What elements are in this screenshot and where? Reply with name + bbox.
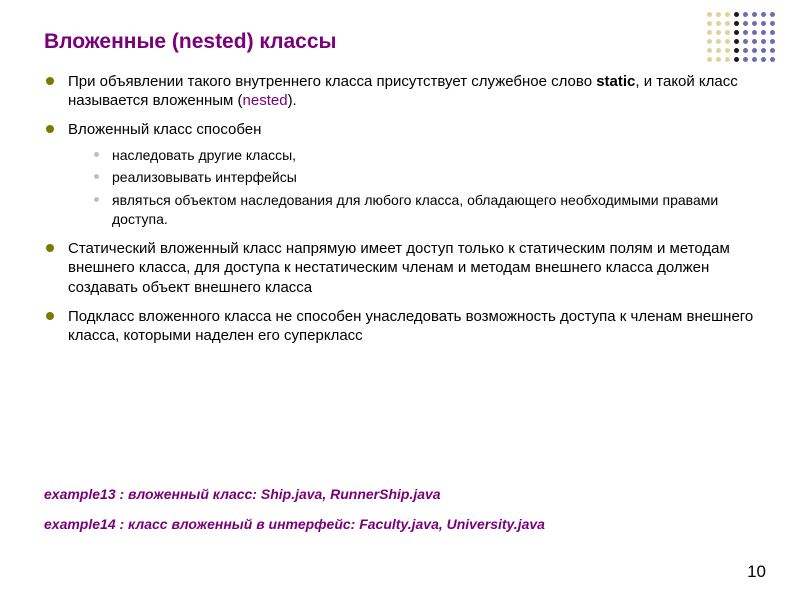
decor-dot <box>743 39 748 44</box>
decor-dot <box>743 30 748 35</box>
decor-dot <box>725 48 730 53</box>
decor-dot <box>707 57 712 62</box>
decor-dot <box>707 48 712 53</box>
decor-dot <box>770 12 775 17</box>
decor-dot <box>770 39 775 44</box>
bullet-item: Вложенный класс способен наследовать дру… <box>44 120 756 229</box>
decor-dot <box>734 39 739 44</box>
decor-dot <box>770 48 775 53</box>
decor-dot <box>725 57 730 62</box>
sub-bullet-item: являться объектом наследования для любог… <box>94 191 756 229</box>
decor-dot <box>707 30 712 35</box>
examples-block: example13 : вложенный класс: Ship.java, … <box>44 486 545 546</box>
decorative-dot-grid <box>707 12 776 63</box>
decor-dot <box>743 12 748 17</box>
keyword-static: static <box>596 73 635 90</box>
decor-dot <box>743 57 748 62</box>
decor-dot <box>725 39 730 44</box>
sub-bullet-list: наследовать другие классы, реализовывать… <box>68 146 756 230</box>
decor-dot <box>725 12 730 17</box>
slide-title: Вложенные (nested) классы <box>44 30 756 54</box>
bullet-item: При объявлении такого внутреннего класса… <box>44 72 756 110</box>
decor-dot <box>707 39 712 44</box>
decor-dot <box>752 57 757 62</box>
sub-bullet-item: наследовать другие классы, <box>94 146 756 165</box>
decor-dot <box>761 12 766 17</box>
example-line: example14 : класс вложенный в интерфейс:… <box>44 516 545 532</box>
example-line: example13 : вложенный класс: Ship.java, … <box>44 486 545 502</box>
decor-dot <box>761 57 766 62</box>
decor-dot <box>716 30 721 35</box>
page-number: 10 <box>747 562 766 582</box>
decor-dot <box>734 21 739 26</box>
decor-dot <box>734 30 739 35</box>
decor-dot <box>761 21 766 26</box>
decor-dot <box>761 48 766 53</box>
slide: Вложенные (nested) классы При объявлении… <box>0 0 800 600</box>
decor-dot <box>716 12 721 17</box>
bullet-text: При объявлении такого внутреннего класса… <box>68 73 596 90</box>
decor-dot <box>734 57 739 62</box>
decor-dot <box>707 21 712 26</box>
decor-dot <box>752 12 757 17</box>
decor-dot <box>725 30 730 35</box>
decor-dot <box>761 39 766 44</box>
decor-dot <box>752 48 757 53</box>
decor-dot <box>725 21 730 26</box>
decor-dot <box>716 48 721 53</box>
decor-dot <box>752 39 757 44</box>
decor-dot <box>734 12 739 17</box>
bullet-item: Подкласс вложенного класса не способен у… <box>44 307 756 345</box>
sub-bullet-item: реализовывать интерфейсы <box>94 168 756 187</box>
bullet-item: Статический вложенный класс напрямую име… <box>44 239 756 297</box>
bullet-text: ). <box>288 92 297 109</box>
decor-dot <box>770 30 775 35</box>
bullet-list: При объявлении такого внутреннего класса… <box>44 72 756 345</box>
decor-dot <box>752 21 757 26</box>
decor-dot <box>761 30 766 35</box>
decor-dot <box>734 48 739 53</box>
decor-dot <box>752 30 757 35</box>
decor-dot <box>743 48 748 53</box>
decor-dot <box>743 21 748 26</box>
decor-dot <box>716 57 721 62</box>
decor-dot <box>716 21 721 26</box>
decor-dot <box>707 12 712 17</box>
bullet-text: Вложенный класс способен <box>68 121 261 138</box>
decor-dot <box>770 57 775 62</box>
keyword-nested: nested <box>243 92 288 109</box>
decor-dot <box>716 39 721 44</box>
decor-dot <box>770 21 775 26</box>
